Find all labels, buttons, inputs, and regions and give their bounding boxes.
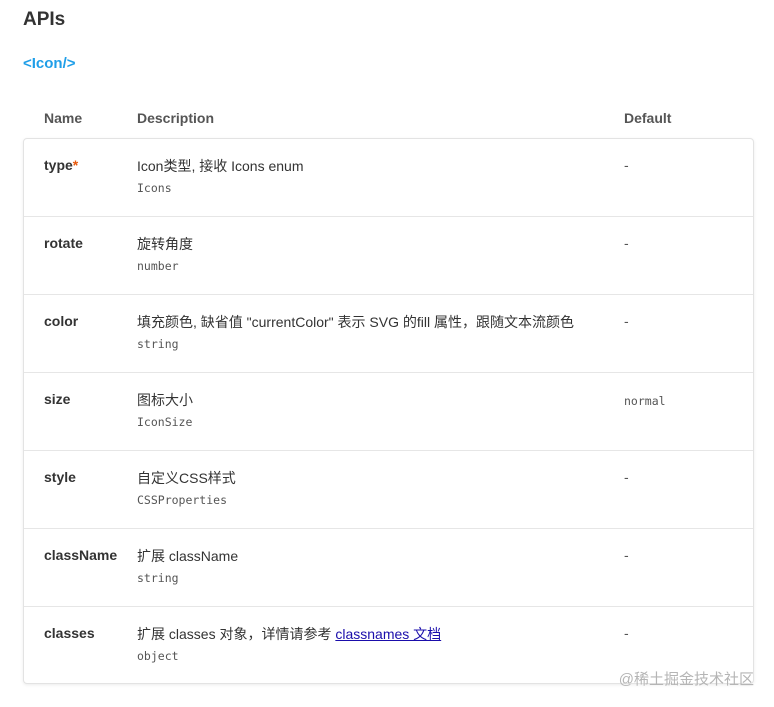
- prop-name: classes: [44, 625, 95, 641]
- prop-name: color: [44, 313, 79, 329]
- description-prefix: 扩展 classes 对象，详情请参考: [137, 626, 336, 642]
- prop-name: size: [44, 391, 71, 407]
- prop-type: CSSProperties: [137, 493, 228, 507]
- header-name: Name: [44, 110, 83, 126]
- table-row: type* Icon类型, 接收 Icons enum Icons -: [24, 139, 753, 217]
- table-row: rotate 旋转角度 number -: [24, 217, 753, 295]
- prop-default: normal: [624, 394, 666, 408]
- table-row: size 图标大小 IconSize normal: [24, 373, 753, 451]
- prop-default: -: [624, 157, 629, 173]
- required-mark: *: [72, 157, 79, 173]
- table-row: color 填充颜色, 缺省值 "currentColor" 表示 SVG 的f…: [24, 295, 753, 373]
- prop-description: Icon类型, 接收 Icons enum Icons: [137, 157, 607, 195]
- table-row: className 扩展 className string -: [24, 529, 753, 607]
- prop-type: string: [137, 337, 179, 351]
- prop-type: string: [137, 571, 179, 585]
- description-text: 扩展 classes 对象，详情请参考 classnames 文档: [137, 625, 607, 643]
- prop-default: -: [624, 313, 629, 329]
- prop-type: object: [137, 649, 179, 663]
- prop-default: -: [624, 469, 629, 485]
- prop-description: 图标大小 IconSize: [137, 391, 607, 429]
- prop-description: 自定义CSS样式 CSSProperties: [137, 469, 607, 507]
- prop-type: number: [137, 259, 179, 273]
- description-text: 扩展 className: [137, 548, 239, 564]
- table-row: style 自定义CSS样式 CSSProperties -: [24, 451, 753, 529]
- prop-description: 扩展 classes 对象，详情请参考 classnames 文档 object: [137, 625, 607, 663]
- watermark: @稀土掘金技术社区: [618, 671, 754, 688]
- prop-description: 填充颜色, 缺省值 "currentColor" 表示 SVG 的fill 属性…: [137, 313, 607, 351]
- description-text: 旋转角度: [137, 236, 193, 252]
- prop-description: 扩展 className string: [137, 547, 607, 585]
- prop-type: IconSize: [137, 415, 193, 429]
- prop-default: -: [624, 625, 629, 641]
- classnames-doc-link[interactable]: classnames 文档: [335, 626, 441, 642]
- prop-default: -: [624, 547, 629, 563]
- page-title: APIs: [23, 9, 66, 30]
- description-text: 自定义CSS样式: [137, 470, 236, 486]
- component-heading: <Icon/>: [23, 55, 76, 72]
- description-text: Icon类型, 接收 Icons enum: [137, 158, 304, 174]
- prop-name: type*: [44, 157, 79, 173]
- header-description: Description: [137, 110, 215, 126]
- header-default: Default: [624, 110, 672, 126]
- prop-name: className: [44, 547, 118, 563]
- description-text: 填充颜色, 缺省值 "currentColor" 表示 SVG 的fill 属性…: [137, 314, 574, 330]
- description-text: 图标大小: [137, 392, 193, 408]
- prop-name: rotate: [44, 235, 83, 251]
- prop-description: 旋转角度 number: [137, 235, 607, 273]
- prop-type: Icons: [137, 181, 172, 195]
- table-header: Name Description Default: [23, 108, 756, 130]
- props-table: type* Icon类型, 接收 Icons enum Icons - rota…: [23, 138, 754, 684]
- prop-name: style: [44, 469, 76, 485]
- prop-default: -: [624, 235, 629, 251]
